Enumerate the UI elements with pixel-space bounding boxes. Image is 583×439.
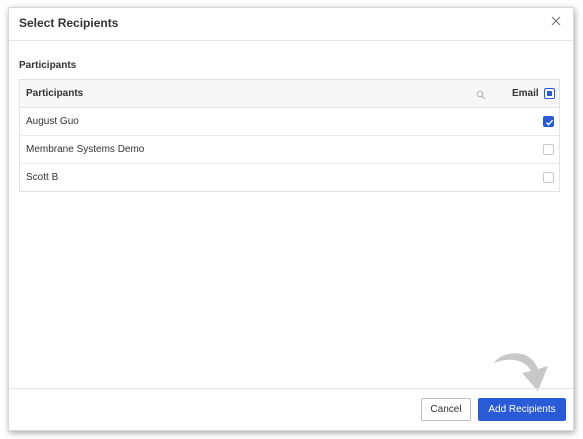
email-checkbox[interactable]: [543, 116, 554, 127]
search-icon[interactable]: [476, 87, 486, 100]
dialog-title: Select Recipients: [19, 16, 119, 30]
indeterminate-indicator: [547, 91, 552, 96]
table-row: Membrane Systems Demo: [20, 136, 559, 164]
select-recipients-dialog: Select Recipients Participants Participa…: [8, 7, 574, 431]
column-header-email: Email: [512, 88, 539, 99]
column-header-participants: Participants: [26, 88, 84, 99]
email-checkbox[interactable]: [543, 172, 554, 183]
checkmark-icon: [546, 119, 554, 126]
table-row: Scott B: [20, 164, 559, 191]
dialog-header: Select Recipients: [9, 8, 573, 41]
table-header: Participants Email: [20, 80, 559, 108]
add-recipients-button[interactable]: Add Recipients: [478, 398, 566, 421]
participant-name: August Guo: [26, 116, 79, 127]
dialog-footer: Cancel Add Recipients: [9, 388, 573, 430]
section-label: Participants: [19, 60, 77, 71]
select-all-checkbox[interactable]: [544, 88, 555, 99]
table-row: August Guo: [20, 108, 559, 136]
email-checkbox[interactable]: [543, 144, 554, 155]
participants-table: Participants Email August Guo Membrane S…: [19, 79, 560, 192]
cancel-button[interactable]: Cancel: [421, 398, 471, 421]
close-icon[interactable]: [549, 14, 563, 28]
participant-name: Scott B: [26, 172, 59, 183]
participant-name: Membrane Systems Demo: [26, 144, 145, 155]
